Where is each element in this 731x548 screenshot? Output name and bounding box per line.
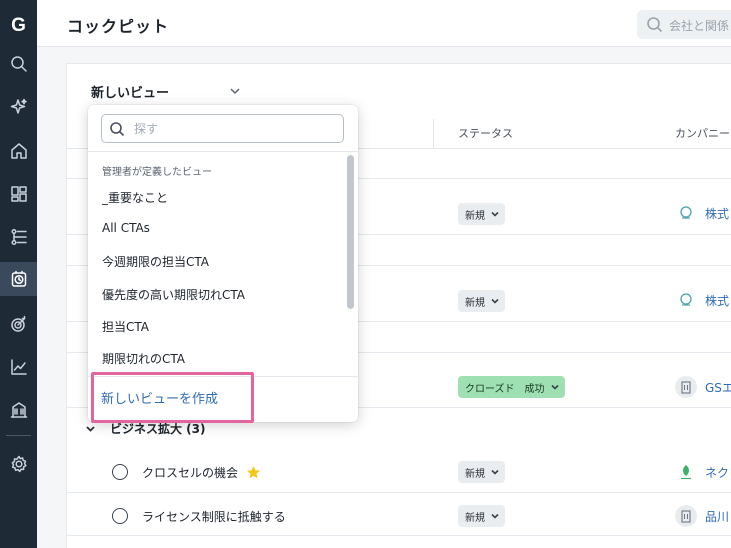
dropdown-scrollbar-thumb[interactable] xyxy=(347,155,354,309)
company-link[interactable]: GSエ xyxy=(705,379,731,396)
global-search-placeholder: 会社と関係 xyxy=(669,19,730,33)
chevron-down-icon xyxy=(491,297,499,305)
sparkle-icon[interactable] xyxy=(0,90,37,124)
building-icon[interactable] xyxy=(0,393,37,427)
company-cell[interactable]: ネク xyxy=(675,461,729,483)
status-badge[interactable]: 新規 xyxy=(458,505,505,527)
status-label: 新規 xyxy=(465,210,485,222)
page-title: コックピット xyxy=(67,17,170,36)
view-dropdown: 管理者が定義したビュー _重要なこと All CTAs 今週期限の担当CTA 優… xyxy=(88,105,358,423)
complete-radio[interactable] xyxy=(112,464,128,480)
status-label: 新規 xyxy=(465,512,485,524)
column-separator xyxy=(433,119,434,148)
app-logo[interactable]: G xyxy=(4,12,33,40)
dropdown-section-label: 管理者が定義したビュー xyxy=(102,167,212,178)
dropdown-item[interactable]: 担当CTA xyxy=(102,318,149,335)
chevron-down-icon xyxy=(491,468,499,476)
view-selector[interactable]: 新しいビュー xyxy=(91,80,169,102)
search-icon xyxy=(647,17,663,33)
chevron-down-icon[interactable] xyxy=(85,423,96,434)
chevron-down-icon[interactable] xyxy=(229,82,241,95)
dropdown-item[interactable]: 今週期限の担当CTA xyxy=(102,253,209,270)
status-label: 新規 xyxy=(465,468,485,480)
company-link[interactable]: ネク xyxy=(705,464,729,481)
target-icon[interactable] xyxy=(0,307,37,341)
column-header-status[interactable]: ステータス xyxy=(458,119,513,149)
chevron-down-icon xyxy=(491,512,499,520)
star-icon[interactable] xyxy=(246,465,261,480)
create-view-button[interactable]: 新しいビューを作成 xyxy=(91,372,254,423)
dashboard-icon[interactable] xyxy=(0,177,37,211)
chevron-down-icon xyxy=(550,383,559,391)
company-link[interactable]: 品川 xyxy=(705,508,729,525)
search-icon[interactable] xyxy=(0,47,37,81)
chevron-down-icon xyxy=(491,210,499,218)
status-label: 新規 xyxy=(465,297,485,309)
dropdown-divider xyxy=(88,151,358,152)
column-header-company[interactable]: カンパニー xyxy=(675,119,730,149)
dropdown-item[interactable]: 優先度の高い期限切れCTA xyxy=(102,286,245,303)
status-badge[interactable]: 新規 xyxy=(458,203,505,225)
cta-item[interactable]: ライセンス制限に抵触する xyxy=(112,506,286,526)
company-cell[interactable]: 株式 xyxy=(675,289,729,311)
dropdown-search[interactable] xyxy=(101,114,344,143)
company-cell[interactable]: GSエ xyxy=(675,376,731,398)
sidebar-divider xyxy=(6,435,31,436)
timeline-icon[interactable] xyxy=(0,220,37,254)
global-search[interactable]: 会社と関係 xyxy=(637,10,731,39)
cockpit-icon[interactable] xyxy=(0,262,37,296)
search-icon xyxy=(110,122,125,137)
cta-item[interactable]: クロスセルの機会 xyxy=(112,462,261,482)
home-icon[interactable] xyxy=(0,134,37,168)
dropdown-item[interactable]: All CTAs xyxy=(102,221,150,235)
company-cell[interactable]: 株式 xyxy=(675,202,729,224)
dropdown-search-input[interactable] xyxy=(134,119,334,139)
status-badge[interactable]: 新規 xyxy=(458,290,505,312)
settings-icon[interactable] xyxy=(0,447,37,481)
view-selector-label: 新しいビュー xyxy=(91,85,170,101)
status-label: クローズド 成功 xyxy=(465,383,545,395)
company-link[interactable]: 株式 xyxy=(705,205,729,222)
cta-title[interactable]: ライセンス制限に抵触する xyxy=(142,508,286,525)
status-badge[interactable]: 新規 xyxy=(458,461,505,483)
status-badge[interactable]: クローズド 成功 xyxy=(458,376,565,398)
dropdown-item[interactable]: _重要なこと xyxy=(102,189,168,206)
company-logo-icon xyxy=(675,202,697,224)
building-icon xyxy=(675,376,697,398)
top-header: コックピット 会社と関係 xyxy=(37,0,731,47)
company-logo-icon xyxy=(675,461,697,483)
cta-title[interactable]: クロスセルの機会 xyxy=(142,464,238,481)
create-view-label: 新しいビューを作成 xyxy=(101,392,219,407)
company-cell[interactable]: 品川 xyxy=(675,505,729,527)
company-link[interactable]: 株式 xyxy=(705,292,729,309)
complete-radio[interactable] xyxy=(112,508,128,524)
company-logo-icon xyxy=(675,289,697,311)
building-icon xyxy=(675,505,697,527)
sidebar: G xyxy=(0,0,37,548)
dropdown-item[interactable]: 期限切れのCTA xyxy=(102,350,185,367)
analytics-icon[interactable] xyxy=(0,350,37,384)
